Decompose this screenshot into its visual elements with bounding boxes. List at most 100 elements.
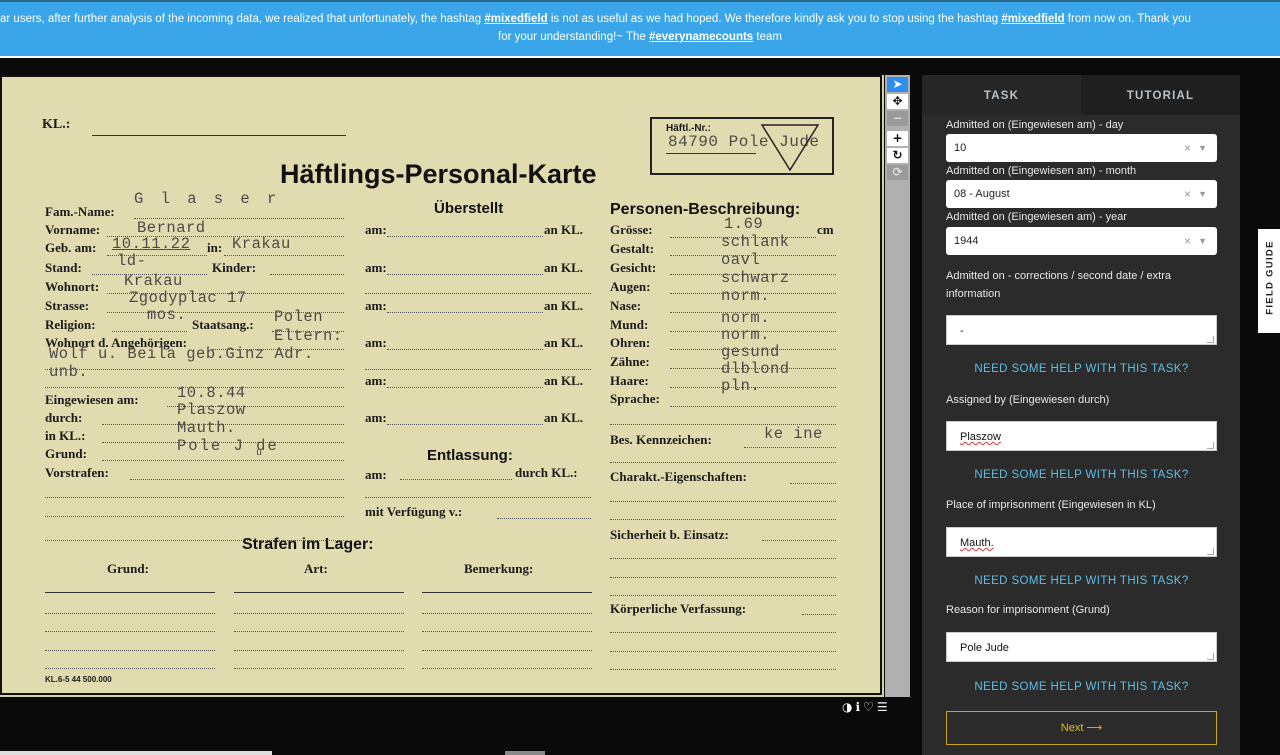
label-sprache: Sprache: <box>610 391 660 406</box>
label-kinder: Kinder: <box>212 260 257 275</box>
label-am: am: <box>365 222 387 237</box>
label-strafen-bemerkung: Bemerkung: <box>464 561 534 576</box>
label-in: in: <box>207 240 223 255</box>
value-angehoerige: Wolf u. Beila geb.Ginz Adr. <box>49 345 314 363</box>
value-ohren: norm. <box>721 326 771 344</box>
label-an-kl: an KL. <box>544 373 584 388</box>
day-label: Admitted on (Eingewiesen am) - day <box>946 119 1124 131</box>
chevron-down-icon[interactable]: ▼ <box>1198 180 1207 208</box>
field-guide-tab[interactable]: FIELD GUIDE <box>1258 229 1280 333</box>
info-icon[interactable]: ℹ <box>855 700 863 714</box>
day-select[interactable]: 10 × ▼ <box>946 134 1217 162</box>
value-eingewiesen-am: 10.8.44 <box>177 384 246 402</box>
clear-icon[interactable]: × <box>1184 227 1191 255</box>
label-zaehne: Zähne: <box>610 354 650 369</box>
value-wohnort: Krakau <box>124 272 183 290</box>
value-nase: norm. <box>721 287 771 305</box>
reset-icon[interactable]: ⟳ <box>887 165 908 180</box>
label-nase: Nase: <box>610 298 642 313</box>
chevron-down-icon[interactable]: ▼ <box>1198 134 1207 162</box>
assigned-by-textarea[interactable]: Plaszow <box>946 421 1217 451</box>
contrast-icon[interactable]: ◑ <box>842 700 855 714</box>
list-icon[interactable]: ☰ <box>877 700 891 714</box>
tab-tutorial[interactable]: TUTORIAL <box>1081 75 1240 115</box>
place-value: Mauth. <box>960 537 994 549</box>
next-button[interactable]: Next ⟶ <box>946 711 1217 745</box>
card-title: Häftlings-Personal-Karte <box>280 159 597 189</box>
reason-textarea[interactable]: Pole Jude <box>946 632 1217 662</box>
value-durch: Plaszow <box>177 401 246 419</box>
label-bes-kennzeichen: Bes. Kennzeichen: <box>610 432 712 447</box>
banner-line-1: ar users, after further analysis of the … <box>0 10 1280 28</box>
value-staatsang: Polen <box>274 308 324 326</box>
resize-handle-icon[interactable] <box>1207 548 1214 555</box>
value-zaehne: gesund <box>721 343 780 361</box>
pan-tool-icon[interactable]: ✥ <box>887 94 908 109</box>
select-tool-icon[interactable]: ➤ <box>887 77 908 92</box>
chevron-down-icon[interactable]: ▼ <box>1198 227 1207 255</box>
hashtag-link[interactable]: #mixedfield <box>484 13 547 25</box>
banner-text: for your understanding!~ The <box>498 31 649 43</box>
value-augen: schwarz <box>721 269 790 287</box>
label-geb-am: Geb. am: <box>45 240 97 255</box>
label-koerperliche-verfassung: Körperliche Verfassung: <box>610 601 747 616</box>
prisoner-card: KL.: Häftl.-Nr.: 84790 Pole Jude Häftlin… <box>2 77 880 693</box>
value-eltern: Eltern: <box>274 327 343 345</box>
zoom-out-icon[interactable]: − <box>887 111 908 126</box>
heading-strafen: Strafen im Lager: <box>242 536 374 553</box>
label-gesicht: Gesicht: <box>610 260 657 275</box>
label-vorname: Vorname: <box>45 222 101 237</box>
zoom-in-icon[interactable]: + <box>887 131 908 146</box>
label-ohren: Ohren: <box>610 335 651 350</box>
month-select[interactable]: 08 - August × ▼ <box>946 180 1217 208</box>
reason-label: Reason for imprisonment (Grund) <box>946 604 1110 616</box>
label-vorstrafen: Vorstrafen: <box>45 465 109 480</box>
label-staatsang: Staatsang.: <box>192 317 254 332</box>
resize-handle-icon[interactable] <box>1207 653 1214 660</box>
label-cm: cm <box>817 222 834 237</box>
panel-tabs: TASK TUTORIAL <box>922 75 1240 115</box>
value-mund: norm. <box>721 309 771 327</box>
label-mund: Mund: <box>610 317 649 332</box>
corrections-label: Admitted on - corrections / second date … <box>946 270 1172 300</box>
label-an-kl: an KL. <box>544 410 584 425</box>
help-link[interactable]: NEED SOME HELP WITH THIS TASK? <box>946 469 1217 481</box>
resize-handle-icon[interactable] <box>1207 336 1214 343</box>
label-sicherheit: Sicherheit b. Einsatz: <box>610 527 729 542</box>
banner-text: is not as useful as we had hoped. We the… <box>547 13 1002 25</box>
value-in-kl: Mauth. <box>177 419 236 437</box>
help-link[interactable]: NEED SOME HELP WITH THIS TASK? <box>946 575 1217 587</box>
value-gestalt: schlank <box>721 233 790 251</box>
label-strasse: Strasse: <box>45 298 90 313</box>
label-am: am: <box>365 373 387 388</box>
help-link[interactable]: NEED SOME HELP WITH THIS TASK? <box>946 681 1217 693</box>
label-am: am: <box>365 298 387 313</box>
heading-entlassung: Entlassung: <box>427 447 513 464</box>
resize-handle-icon[interactable] <box>1207 442 1214 449</box>
prisoner-card-image[interactable]: KL.: Häftl.-Nr.: 84790 Pole Jude Häftlin… <box>0 75 882 695</box>
field-guide-label: FIELD GUIDE <box>1264 240 1276 315</box>
heart-icon[interactable]: ♡ <box>863 700 877 714</box>
clear-icon[interactable]: × <box>1184 180 1191 208</box>
value-religion: mos. <box>147 306 187 324</box>
value-geb-am: 10.11.22 <box>112 235 191 253</box>
rotate-icon[interactable]: ↻ <box>887 148 908 163</box>
place-label: Place of imprisonment (Eingewiesen in KL… <box>946 499 1156 511</box>
label-eingewiesen-am: Eingewiesen am: <box>45 392 139 407</box>
label-strafen-grund: Grund: <box>107 561 149 576</box>
corrections-textarea[interactable]: - <box>946 315 1217 345</box>
year-select[interactable]: 1944 × ▼ <box>946 227 1217 255</box>
hashtag-link[interactable]: #mixedfield <box>1001 13 1064 25</box>
team-hashtag-link[interactable]: #everynamecounts <box>649 31 753 43</box>
value-stand: ld- <box>117 252 147 270</box>
label-stand: Stand: <box>45 260 82 275</box>
haeftling-number-box: Häftl.-Nr.: 84790 Pole Jude <box>650 117 834 175</box>
help-link[interactable]: NEED SOME HELP WITH THIS TASK? <box>946 363 1217 375</box>
label-fam-name: Fam.-Name: <box>45 204 115 219</box>
banner-text: team <box>753 31 782 43</box>
clear-icon[interactable]: × <box>1184 134 1191 162</box>
label-in-kl: in KL.: <box>45 428 86 443</box>
place-textarea[interactable]: Mauth. <box>946 527 1217 557</box>
bottom-scrollbar[interactable] <box>0 751 272 755</box>
tab-task[interactable]: TASK <box>922 75 1081 115</box>
